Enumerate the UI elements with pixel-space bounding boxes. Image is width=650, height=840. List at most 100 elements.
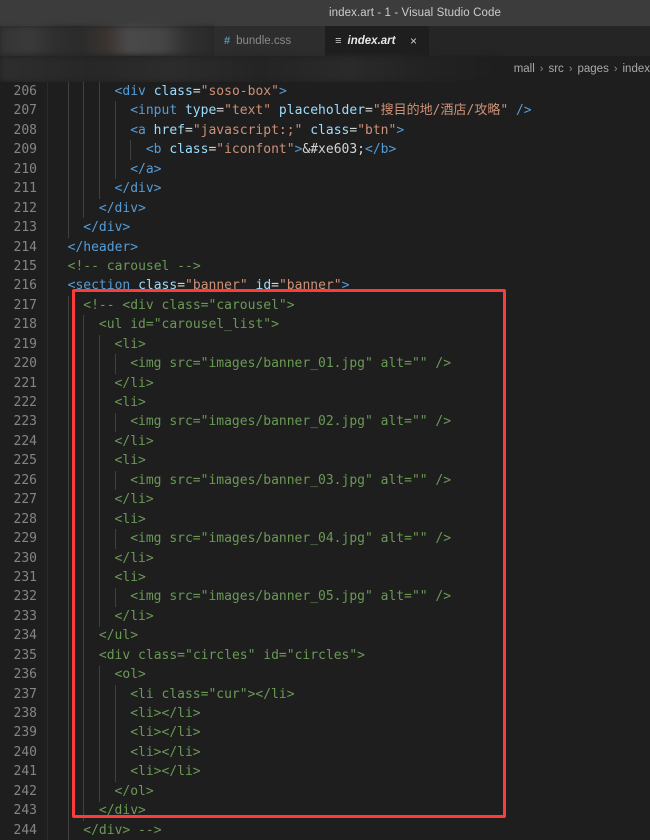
code-token: </div> xyxy=(98,200,146,216)
code-line[interactable]: 240 <li></li> xyxy=(0,743,650,762)
code-line[interactable]: 206 <div class="soso-box"> xyxy=(0,82,650,101)
code-line[interactable]: 244 </div> --> xyxy=(0,821,650,840)
code-token: class xyxy=(138,278,178,294)
code-line[interactable]: 221 </li> xyxy=(0,374,650,393)
code-line[interactable]: 226 <img src="images/banner_03.jpg" alt="… xyxy=(0,471,650,490)
line-number: 223 xyxy=(13,414,37,430)
code-line[interactable]: 242 </ol> xyxy=(0,782,650,801)
code-line[interactable]: 241 <li></li> xyxy=(0,762,650,781)
code-line[interactable]: 212 </div> xyxy=(0,199,650,218)
breadcrumb-item[interactable]: index xyxy=(623,63,650,75)
code-token: </div> --> xyxy=(83,822,162,838)
breadcrumb-item[interactable]: pages xyxy=(577,63,608,75)
code-token: <li> xyxy=(114,453,146,469)
tab-label: bundle.css xyxy=(236,35,292,47)
code-line[interactable]: 211 </div> xyxy=(0,179,650,198)
code-token: </div> xyxy=(83,220,131,236)
code-token: > xyxy=(396,122,405,138)
code-token: </li> xyxy=(114,375,154,391)
code-line[interactable]: 230 </li> xyxy=(0,549,650,568)
code-line[interactable]: 214 </header> xyxy=(0,238,650,257)
code-line[interactable]: 238 <li></li> xyxy=(0,704,650,723)
code-editor[interactable]: 206 <div class="soso-box"> 207 <input type=… xyxy=(0,82,650,840)
code-line[interactable]: 229 <img src="images/banner_04.jpg" alt="… xyxy=(0,529,650,548)
code-token: = xyxy=(365,103,373,119)
line-number: 214 xyxy=(13,239,37,255)
line-number: 221 xyxy=(13,375,37,391)
code-line[interactable]: 225 <li> xyxy=(0,451,650,470)
code-line[interactable]: 236 <ol> xyxy=(0,665,650,684)
tab-index-art[interactable]: ≡ index.art × xyxy=(325,26,430,56)
code-line[interactable]: 232 <img src="images/banner_05.jpg" alt="… xyxy=(0,587,650,606)
code-line[interactable]: 222 <li> xyxy=(0,393,650,412)
code-line[interactable]: 218 <ul id="carousel_list"> xyxy=(0,315,650,334)
code-line[interactable]: 234 </ul> xyxy=(0,626,650,645)
code-line[interactable]: 243 </div> xyxy=(0,801,650,820)
line-content: </ul> xyxy=(52,626,138,645)
breadcrumb-separator: › xyxy=(613,63,618,75)
line-number: 220 xyxy=(13,356,37,372)
breadcrumb-item[interactable]: mall xyxy=(514,63,535,75)
code-token: = xyxy=(349,122,358,138)
code-line[interactable]: 227 </li> xyxy=(0,490,650,509)
line-number: 217 xyxy=(13,297,37,313)
code-line[interactable]: 223 <img src="images/banner_02.jpg" alt="… xyxy=(0,412,650,431)
line-number: 224 xyxy=(13,433,37,449)
code-line[interactable]: 224 </li> xyxy=(0,432,650,451)
code-line[interactable]: 217 <!-- <div class="carousel"> xyxy=(0,296,650,315)
line-number: 242 xyxy=(13,783,37,799)
code-line[interactable]: 219 <li> xyxy=(0,335,650,354)
tab-bundle-css[interactable]: # bundle.css × xyxy=(214,26,326,56)
line-content: <img src="images/banner_02.jpg" alt="" /… xyxy=(52,412,451,431)
code-token: <li> xyxy=(114,336,146,352)
code-line[interactable]: 215 <!-- carousel --> xyxy=(0,257,650,276)
line-number: 241 xyxy=(13,764,37,780)
indent-guide xyxy=(114,587,116,608)
line-content: <div class="circles" id="circles"> xyxy=(52,646,365,665)
code-token: <li></li> xyxy=(130,764,201,780)
code-line[interactable]: 239 <li></li> xyxy=(0,723,650,742)
code-token: <li class="cur"></li> xyxy=(130,686,295,702)
code-token: <img src="images/banner_01.jpg" alt="" /… xyxy=(130,356,452,372)
code-token: class xyxy=(153,84,193,99)
code-line[interactable]: 213 </div> xyxy=(0,218,650,237)
code-line[interactable]: 208 <a href="javascript:;" class="btn"> xyxy=(0,121,650,140)
line-number: 207 xyxy=(13,103,37,119)
line-content: <input type="text" placeholder="搜目的地/酒店/… xyxy=(52,101,532,120)
line-number: 218 xyxy=(13,317,37,333)
code-token: </li> xyxy=(114,492,154,508)
code-token: <li></li> xyxy=(130,706,201,721)
indent-guide xyxy=(98,82,100,199)
code-line[interactable]: 235 <div class="circles" id="circles"> xyxy=(0,646,650,665)
code-line[interactable]: 231 <li> xyxy=(0,568,650,587)
line-number: 209 xyxy=(13,142,37,158)
line-content: <img src="images/banner_03.jpg" alt="" /… xyxy=(52,471,451,490)
line-number: 210 xyxy=(13,161,37,177)
code-line[interactable]: 210 </a> xyxy=(0,160,650,179)
indent-guide xyxy=(114,684,116,783)
code-line[interactable]: 237 <li class="cur"></li> xyxy=(0,685,650,704)
code-token: /> xyxy=(515,103,532,119)
line-content: <ul id="carousel_list"> xyxy=(52,315,279,334)
code-token: "text" xyxy=(224,103,272,119)
breadcrumb-item[interactable]: src xyxy=(548,63,563,75)
code-line[interactable]: 207 <input type="text" placeholder="搜目的地/… xyxy=(0,101,650,120)
close-icon[interactable]: × xyxy=(407,35,419,47)
code-line[interactable]: 228 <li> xyxy=(0,510,650,529)
code-token: = xyxy=(177,278,186,294)
line-content: <!-- <div class="carousel"> xyxy=(52,296,294,315)
code-line[interactable]: 209 <b class="iconfont">&#xe603;</b> xyxy=(0,140,650,159)
code-token: <li> xyxy=(114,511,146,527)
line-number: 219 xyxy=(13,336,37,352)
code-token: <ul id="carousel_list"> xyxy=(98,317,279,333)
line-number: 232 xyxy=(13,589,37,605)
code-token: <img src="images/banner_02.jpg" alt="" /… xyxy=(130,414,452,430)
line-content: <b class="iconfont">&#xe603;</b> xyxy=(52,140,397,159)
code-line[interactable]: 220 <img src="images/banner_01.jpg" alt="… xyxy=(0,354,650,373)
line-number: 206 xyxy=(13,84,37,99)
code-line[interactable]: 216 <section class="banner" id="banner"> xyxy=(0,276,650,295)
code-line[interactable]: 233 </li> xyxy=(0,607,650,626)
